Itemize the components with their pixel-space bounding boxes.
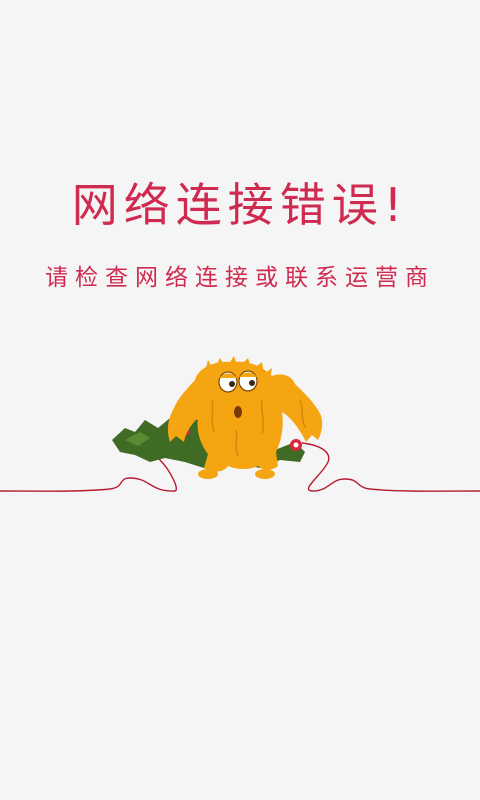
network-error-screen: 网络连接错误! 请检查网络连接或联系运营商 xyxy=(0,0,480,800)
error-title: 网络连接错误! xyxy=(71,178,409,232)
cable-line-right xyxy=(301,442,480,492)
monster-mouth xyxy=(234,406,242,418)
error-subtitle: 请检查网络连接或联系运营商 xyxy=(45,265,435,291)
disconnected-cable-monster-icon xyxy=(0,356,480,492)
